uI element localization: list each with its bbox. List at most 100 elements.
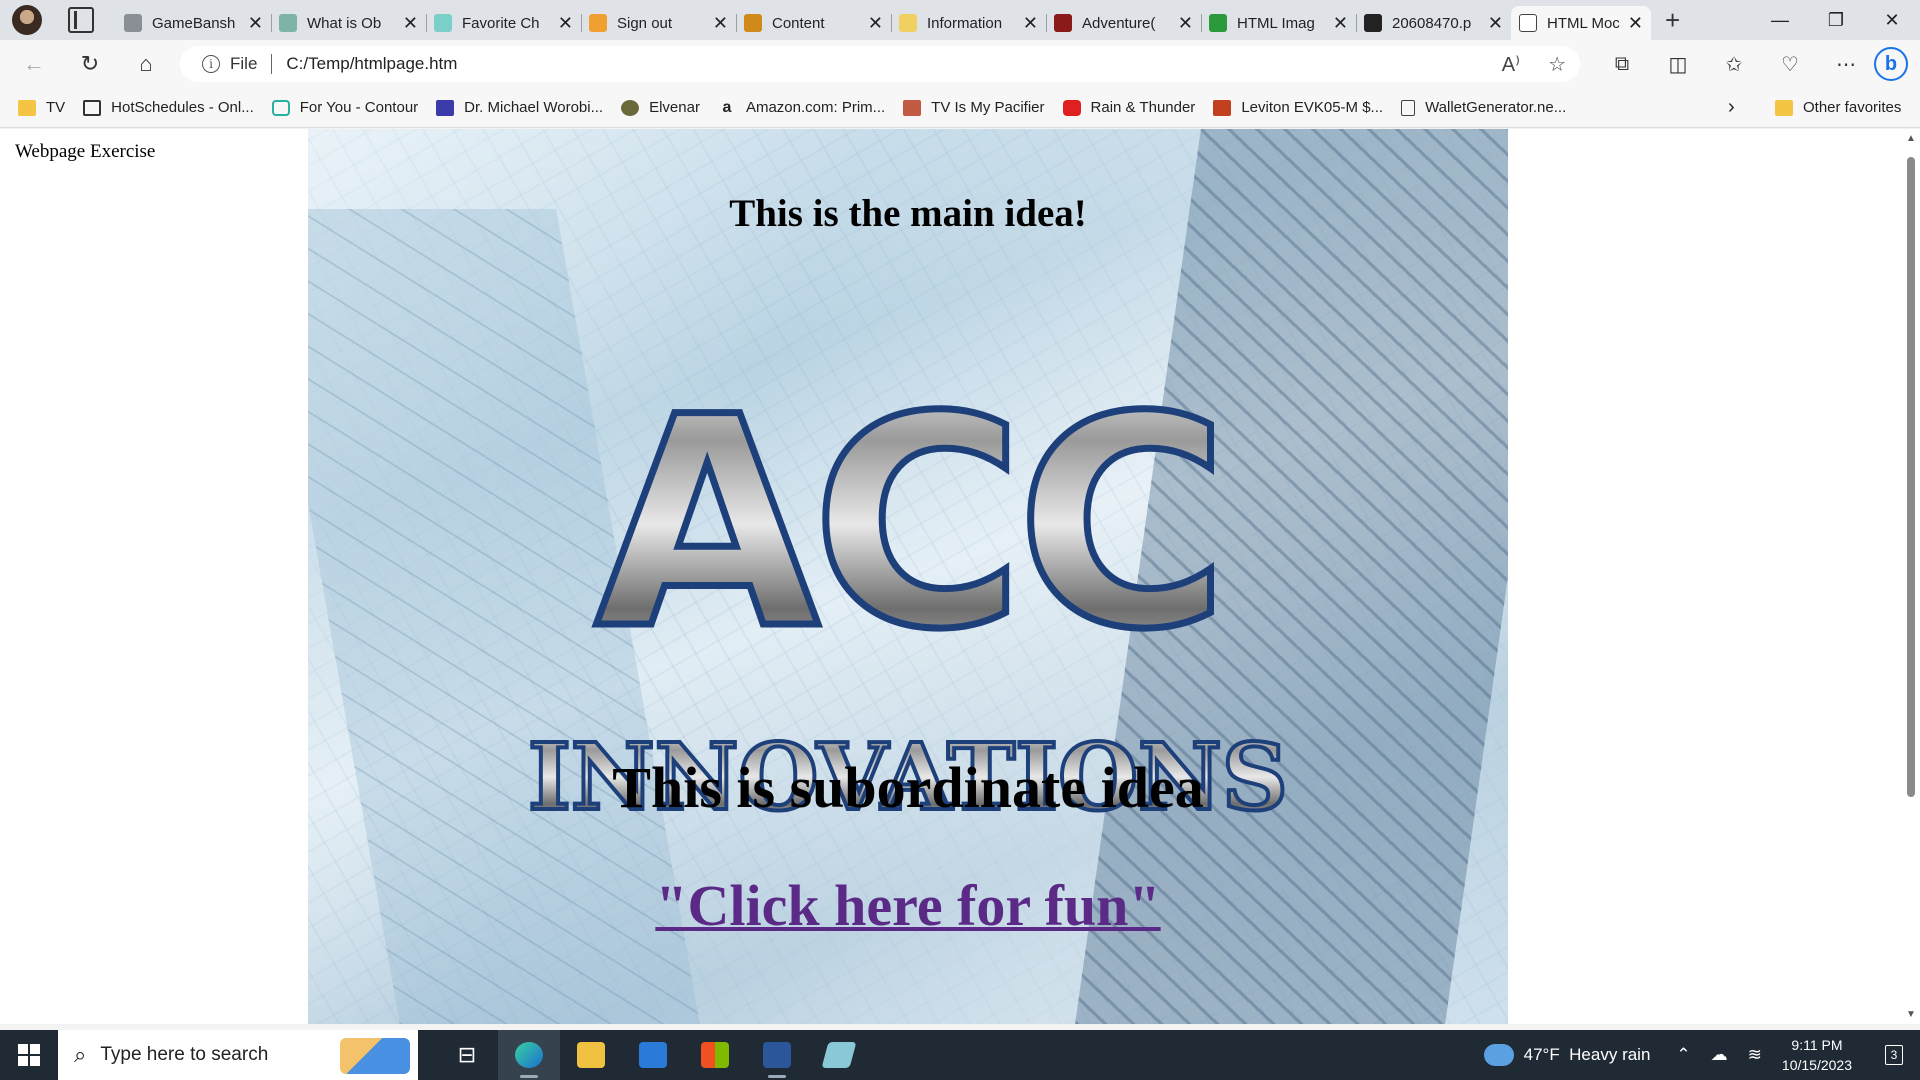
favorite-item[interactable]: HotSchedules - Onl... — [83, 99, 254, 116]
notifications-icon[interactable]: 3 — [1874, 1030, 1914, 1080]
tab-favicon-icon — [124, 14, 142, 32]
file-explorer-icon[interactable] — [560, 1030, 622, 1080]
favorite-item[interactable]: Dr. Michael Worobi... — [436, 99, 603, 116]
favorite-item[interactable]: For You - Contour — [271, 99, 418, 116]
weather-widget[interactable]: 47°F Heavy rain — [1483, 1044, 1650, 1066]
task-view-icon[interactable]: ⊟ — [436, 1030, 498, 1080]
scroll-down-icon[interactable]: ▼ — [1906, 1009, 1916, 1020]
close-icon[interactable]: ✕ — [1023, 13, 1038, 34]
close-icon[interactable]: ✕ — [558, 13, 573, 34]
restore-icon[interactable]: ❐ — [1808, 0, 1864, 40]
favorite-item[interactable]: a Amazon.com: Prim... — [718, 98, 886, 116]
favorite-label: Elvenar — [649, 99, 700, 116]
close-icon[interactable]: ✕ — [868, 13, 883, 34]
close-icon[interactable]: ✕ — [248, 13, 263, 34]
tab-html-imag[interactable]: HTML Imag ✕ — [1201, 6, 1356, 40]
tab-html-moc[interactable]: HTML Moc ✕ — [1511, 6, 1651, 40]
favorites-icon[interactable]: ✩ — [1706, 44, 1762, 84]
scroll-up-icon[interactable]: ▲ — [1906, 133, 1916, 144]
tab-gamebansh[interactable]: GameBansh ✕ — [116, 6, 271, 40]
clock-time: 9:11 PM — [1791, 1037, 1843, 1053]
favorite-item[interactable]: Leviton EVK05-M $... — [1213, 99, 1383, 116]
amazon-icon: a — [722, 98, 732, 116]
window-controls: — ❐ ✕ — [1752, 0, 1920, 40]
other-favorites[interactable]: Other favorites — [1775, 99, 1901, 116]
home-icon[interactable]: ⌂ — [126, 44, 166, 84]
tab-title: 20608470.p — [1392, 14, 1472, 32]
tab-favicon-icon — [279, 14, 297, 32]
favorite-item[interactable]: WalletGenerator.ne... — [1401, 99, 1566, 116]
close-icon[interactable]: ✕ — [713, 13, 728, 34]
page-viewport: Webpage Exercise This is the main idea! … — [0, 129, 1920, 1024]
fun-link-container: "Click here for fun" — [308, 872, 1508, 939]
close-icon[interactable]: ✕ — [1488, 13, 1503, 34]
favorite-label: WalletGenerator.ne... — [1425, 99, 1567, 116]
favorite-label: TV — [46, 99, 66, 116]
tab-favicon-icon — [744, 14, 762, 32]
cloud-rain-icon — [1483, 1044, 1514, 1066]
app-icon[interactable] — [808, 1030, 870, 1080]
profile-avatar[interactable] — [12, 5, 42, 35]
search-icon: ⌕ — [74, 1042, 87, 1067]
favorite-item[interactable]: TV — [18, 99, 65, 116]
favorite-item[interactable]: Rain & Thunder — [1062, 99, 1195, 116]
chevron-right-icon[interactable]: › — [1728, 96, 1735, 119]
onedrive-cloud-icon[interactable]: ☁ — [1711, 1045, 1728, 1065]
favorite-label: Leviton EVK05-M $... — [1241, 99, 1384, 116]
close-icon[interactable]: ✕ — [403, 13, 418, 34]
start-button[interactable] — [0, 1030, 58, 1080]
scheme-label: File — [230, 54, 258, 73]
windows-taskbar: ⌕ Type here to search ⊟ 47°F Heavy rain … — [0, 1030, 1920, 1080]
address-bar[interactable]: i File C:/Temp/htmlpage.htm A⁾ ☆ — [180, 46, 1580, 82]
bing-copilot-icon[interactable]: b — [1874, 47, 1908, 81]
close-icon[interactable]: ✕ — [1333, 13, 1348, 34]
url-text[interactable]: C:/Temp/htmlpage.htm — [286, 54, 457, 74]
page-label: Webpage Exercise — [15, 141, 156, 162]
back-icon[interactable]: ← — [14, 44, 54, 84]
wifi-icon[interactable]: ≋ — [1748, 1045, 1762, 1065]
tab-title: Sign out — [617, 14, 673, 32]
click-here-for-fun-link[interactable]: "Click here for fun" — [655, 873, 1160, 938]
tab-favorite-ch[interactable]: Favorite Ch ✕ — [426, 6, 581, 40]
favorite-item[interactable]: TV Is My Pacifier — [903, 99, 1045, 116]
tab-information[interactable]: Information ✕ — [891, 6, 1046, 40]
taskbar-search[interactable]: ⌕ Type here to search — [58, 1030, 418, 1080]
close-window-icon[interactable]: ✕ — [1864, 0, 1920, 40]
more-options-icon[interactable]: ⋯ — [1818, 44, 1874, 84]
close-icon[interactable]: ✕ — [1178, 13, 1193, 34]
tab-title: Favorite Ch — [462, 14, 540, 32]
tab-favicon-icon — [1364, 14, 1382, 32]
info-icon[interactable]: i — [202, 55, 220, 73]
tab-sign-out[interactable]: Sign out ✕ — [581, 6, 736, 40]
chevron-up-icon[interactable]: ⌃ — [1676, 1045, 1690, 1065]
tab-title: HTML Imag — [1237, 14, 1315, 32]
tab-20608470[interactable]: 20608470.p ✕ — [1356, 6, 1511, 40]
mail-icon[interactable] — [622, 1030, 684, 1080]
tab-favicon-icon — [1054, 14, 1072, 32]
tv-pacifier-icon — [903, 99, 922, 116]
read-aloud-icon[interactable]: A⁾ — [1502, 52, 1520, 77]
tab-what-is-ob[interactable]: What is Ob ✕ — [271, 6, 426, 40]
system-tray: 47°F Heavy rain ⌃ ☁ ≋ 9:11 PM 10/15/2023… — [1483, 1030, 1920, 1080]
navigation-bar: ← ↻ ⌂ i File C:/Temp/htmlpage.htm A⁾ ☆ ⧉… — [0, 40, 1920, 88]
refresh-icon[interactable]: ↻ — [70, 44, 110, 84]
favorite-label: Dr. Michael Worobi... — [464, 99, 604, 116]
close-icon[interactable]: ✕ — [1628, 13, 1643, 34]
favorite-star-icon[interactable]: ☆ — [1548, 52, 1566, 77]
tab-content[interactable]: Content ✕ — [736, 6, 891, 40]
extensions-icon[interactable]: ⧉ — [1594, 44, 1650, 84]
edge-browser-icon[interactable] — [498, 1030, 560, 1080]
tab-adventure[interactable]: Adventure( ✕ — [1046, 6, 1201, 40]
microsoft-store-icon[interactable] — [684, 1030, 746, 1080]
minimize-icon[interactable]: — — [1752, 0, 1808, 40]
word-icon[interactable] — [746, 1030, 808, 1080]
browser-essentials-icon[interactable]: ♡ — [1762, 44, 1818, 84]
tab-actions-icon[interactable] — [68, 7, 94, 33]
scroll-thumb[interactable] — [1907, 157, 1915, 797]
clock[interactable]: 9:11 PM 10/15/2023 — [1782, 1035, 1852, 1075]
split-screen-icon[interactable]: ◫ — [1650, 44, 1706, 84]
favorite-item[interactable]: Elvenar — [621, 99, 700, 116]
new-tab-icon[interactable]: + — [1665, 5, 1680, 36]
acc-innovations-logo: ACC INNOVATIONS — [526, 353, 1290, 830]
vertical-scrollbar[interactable]: ▲ ▼ — [1902, 129, 1920, 1024]
